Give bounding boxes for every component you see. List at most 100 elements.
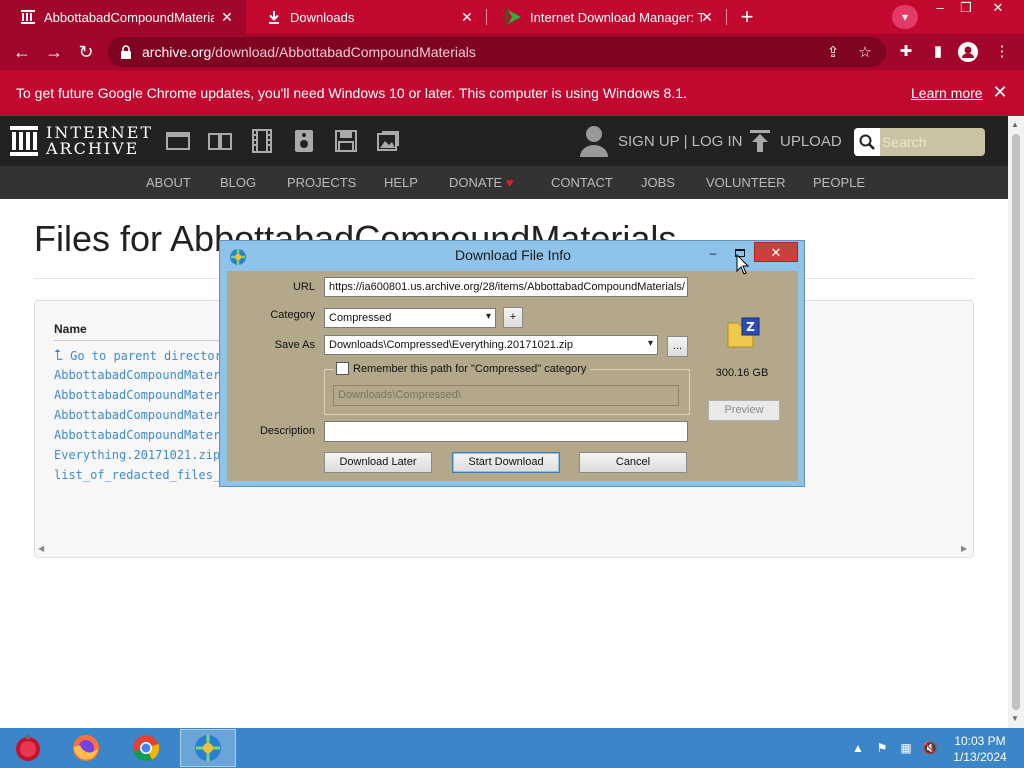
new-tab-button[interactable]: + (734, 4, 760, 30)
file-link[interactable]: Everything.20171021.zip (54, 448, 224, 462)
mouse-cursor-icon (736, 254, 750, 275)
share-icon[interactable]: ⇪ (824, 44, 842, 62)
bookmark-star-icon[interactable]: ☆ (856, 44, 874, 62)
idm-icon (195, 735, 221, 761)
archive-search[interactable]: Search (854, 128, 985, 156)
show-hidden-icons-icon[interactable]: ▲ (850, 740, 866, 756)
dialog-minimize-icon[interactable]: ‒ (704, 244, 722, 262)
start-button[interactable] (0, 729, 56, 767)
images-icon[interactable] (376, 129, 400, 153)
clock-date[interactable]: 1/13/2024 (940, 750, 1020, 764)
file-link[interactable]: AbbottabadCompoundMaterials_files.xml (54, 388, 224, 402)
download-later-button[interactable]: Download Later (324, 452, 432, 473)
taskbar-idm[interactable] (180, 729, 236, 767)
nav-jobs[interactable]: JOBS (641, 175, 675, 190)
nav-about[interactable]: ABOUT (146, 175, 191, 190)
close-tab-icon[interactable]: ✕ (218, 8, 236, 26)
audio-icon[interactable] (292, 129, 316, 153)
remember-path-checkbox[interactable] (336, 362, 349, 375)
add-category-button[interactable]: + (503, 307, 523, 328)
web-icon[interactable] (166, 129, 190, 153)
volume-muted-icon[interactable]: 🔇 (922, 740, 938, 756)
address-bar[interactable]: archive.org/download/AbbottabadCompoundM… (108, 37, 886, 67)
file-link[interactable]: AbbottabadCompoundMaterials_archive.torr… (54, 368, 224, 382)
nav-people[interactable]: PEOPLE (813, 175, 865, 190)
close-tab-icon[interactable]: ✕ (698, 8, 716, 26)
scroll-left-arrow-icon[interactable]: ◀ (38, 544, 44, 553)
cancel-button[interactable]: Cancel (579, 452, 687, 473)
search-input[interactable]: Search (882, 134, 926, 150)
category-select[interactable]: Compressed ▾ (324, 308, 496, 328)
nav-donate[interactable]: DONATE ♥ (449, 175, 514, 190)
close-tab-icon[interactable]: ✕ (458, 8, 476, 26)
save-as-field[interactable]: Downloads\Compressed\Everything.20171021… (324, 335, 658, 355)
extensions-icon[interactable]: ✚ (896, 42, 916, 62)
nav-contact[interactable]: CONTACT (551, 175, 613, 190)
browse-button[interactable]: ... (667, 336, 688, 357)
chrome-menu-icon[interactable]: ⋮ (992, 42, 1012, 62)
nav-volunteer[interactable]: VOLUNTEER (706, 175, 785, 190)
archive-logo[interactable]: INTERNET ARCHIVE (10, 125, 153, 157)
parent-link-label: Go to parent directory (70, 349, 224, 363)
url-label: URL (292, 281, 315, 293)
url-text: archive.org/download/AbbottabadCompoundM… (142, 44, 476, 60)
heart-icon: ♥ (505, 175, 514, 190)
software-icon[interactable] (334, 129, 358, 153)
archive-logo-text: INTERNET ARCHIVE (46, 125, 153, 157)
tab-title: AbbottabadCompoundMaterials (44, 9, 214, 25)
url-host: archive.org (142, 44, 212, 60)
close-infobar-icon[interactable]: ✕ (990, 82, 1010, 103)
upload-link[interactable]: UPLOAD (780, 133, 842, 150)
user-icon[interactable] (579, 125, 609, 157)
nav-projects[interactable]: PROJECTS (287, 175, 356, 190)
start-download-button[interactable]: Start Download (452, 452, 560, 473)
restore-window-icon[interactable]: ❐ (952, 0, 980, 18)
firefox-icon (73, 735, 99, 761)
scroll-up-arrow-icon[interactable]: ▲ (1011, 120, 1019, 129)
forward-icon[interactable]: → (42, 40, 66, 64)
profile-avatar-icon[interactable] (958, 42, 978, 62)
signup-login-link[interactable]: SIGN UP | LOG IN (618, 133, 742, 150)
description-field[interactable] (324, 421, 688, 442)
tab-title: Internet Download Manager: The (530, 9, 704, 25)
upload-icon[interactable] (750, 130, 770, 152)
tab-search-icon[interactable]: ▾ (892, 5, 918, 29)
clock-time[interactable]: 10:03 PM (940, 734, 1020, 748)
file-link[interactable]: AbbottabadCompoundMaterials_meta.xml (54, 428, 224, 442)
archive-topbar: INTERNET ARCHIVE SIGN UP | LOG IN UPLOAD… (0, 116, 1008, 166)
video-icon[interactable] (250, 129, 274, 153)
nav-help[interactable]: HELP (384, 175, 418, 190)
dialog-close-icon[interactable]: ✕ (754, 242, 798, 262)
parent-directory-link[interactable]: ⮤ Go to parent directory (54, 346, 224, 364)
description-label: Description (259, 425, 315, 437)
url-field[interactable]: https://ia600801.us.archive.org/28/items… (324, 277, 688, 297)
texts-icon[interactable] (208, 129, 232, 153)
search-icon[interactable] (854, 128, 880, 156)
scroll-right-arrow-icon[interactable]: ▶ (961, 544, 967, 553)
scroll-down-arrow-icon[interactable]: ▼ (1011, 714, 1019, 723)
windows-taskbar: ▲ ⚑ ▦ 🔇 10:03 PM 1/13/2024 (0, 728, 1024, 768)
file-link[interactable]: list_of_redacted_files_and_folders.txt (54, 468, 224, 482)
page-scrollbar[interactable]: ▲ ▼ (1008, 116, 1024, 728)
nav-blog[interactable]: BLOG (220, 175, 256, 190)
scrollbar-thumb[interactable] (1012, 134, 1020, 710)
tab-idm[interactable]: Internet Download Manager: The ✕ (486, 0, 726, 34)
divider (54, 340, 224, 341)
tab-downloads[interactable]: Downloads ✕ (246, 0, 486, 34)
taskbar-chrome[interactable] (118, 729, 174, 767)
tab-archive[interactable]: AbbottabadCompoundMaterials ✕ (0, 0, 246, 34)
file-link[interactable]: AbbottabadCompoundMaterials_meta.sqlite (54, 408, 224, 422)
column-header-name[interactable]: Name (54, 322, 87, 336)
learn-more-link[interactable]: Learn more (911, 85, 983, 101)
back-icon[interactable]: ← (10, 40, 34, 64)
reload-icon[interactable]: ↻ (74, 40, 98, 64)
close-window-icon[interactable]: ✕ (984, 0, 1012, 18)
action-center-flag-icon[interactable]: ⚑ (874, 740, 890, 756)
compressed-folder-icon: Z (727, 317, 760, 348)
taskbar-firefox[interactable] (58, 729, 114, 767)
side-panel-icon[interactable]: ▮ (928, 42, 948, 62)
remember-path-checkbox-row[interactable]: Remember this path for "Compressed" cate… (334, 362, 591, 375)
lock-icon[interactable] (120, 44, 134, 60)
minimize-window-icon[interactable]: ‒ (926, 0, 954, 18)
network-icon[interactable]: ▦ (898, 740, 914, 756)
